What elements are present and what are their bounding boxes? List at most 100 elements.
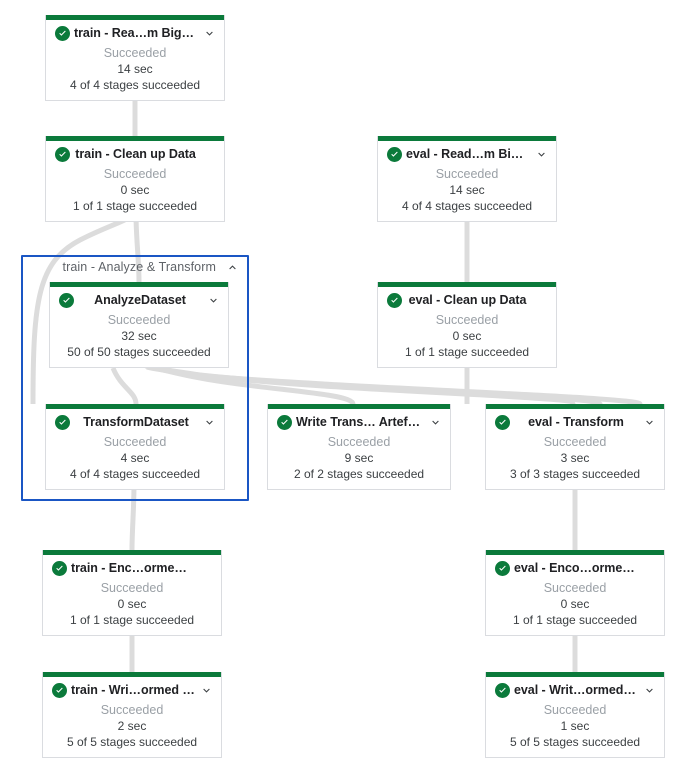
node-stages-text: 5 of 5 stages succeeded [66,735,198,749]
node-stages-text: 1 of 1 stage succeeded [72,199,198,213]
chevron-down-icon[interactable] [642,683,656,697]
pipeline-dag-canvas: train - Analyze & Transform train - Rea…… [0,0,680,764]
node-header: TransformDataset [46,409,224,435]
chevron-down-icon[interactable] [534,147,548,161]
node-duration-text: 1 sec [560,719,590,733]
node-eval-write-transformed-data[interactable]: eval - Writ…ormed Data Succeeded 1 sec 5 of… [485,672,665,758]
node-status-text: Succeeded [543,581,607,595]
node-header: train - Enc…ormed Data [43,555,221,581]
check-circle-icon [387,146,402,162]
node-header: eval - Transform [486,409,664,435]
node-duration-text: 14 sec [117,62,153,76]
node-eval-clean-up-data[interactable]: eval - Clean up Data Succeeded 0 sec 1 of 1… [377,282,557,368]
node-status-text: Succeeded [103,435,167,449]
node-header: train - Wri…ormed Data [43,677,221,703]
node-train-clean-up-data[interactable]: train - Clean up Data Succeeded 0 sec 1 of … [45,136,225,222]
node-duration-text: 0 sec [117,597,147,611]
node-status-text: Succeeded [435,167,499,181]
node-header: eval - Read…m BigQuery [378,141,556,167]
node-train-encode-transformed-data[interactable]: train - Enc…ormed Data Succeeded 0 sec 1 of… [42,550,222,636]
check-circle-icon [277,414,292,430]
node-body: Succeeded 14 sec 4 of 4 stages succeeded [378,166,556,221]
node-header: AnalyzeDataset [50,287,228,313]
node-body: Succeeded 32 sec 50 of 50 stages succeeded [50,312,228,367]
node-title: eval - Enco…ormed Data [514,561,641,575]
node-transform-dataset[interactable]: TransformDataset Succeeded 4 sec 4 of 4 sta… [45,404,225,490]
node-stages-text: 4 of 4 stages succeeded [401,199,533,213]
chevron-down-icon[interactable] [642,415,656,429]
node-stages-text: 50 of 50 stages succeeded [67,345,211,359]
node-title: eval - Transform [528,415,624,429]
group-header-train-analyze-transform[interactable]: train - Analyze & Transform [21,258,249,276]
node-stages-text: 1 of 1 stage succeeded [404,345,530,359]
check-circle-icon [55,25,70,41]
node-stages-text: 5 of 5 stages succeeded [509,735,641,749]
node-body: Succeeded 9 sec 2 of 2 stages succeeded [268,434,450,489]
node-status-text: Succeeded [435,313,499,327]
node-duration-text: 3 sec [560,451,590,465]
node-title: train - Enc…ormed Data [71,561,198,575]
node-eval-encode-transformed-data[interactable]: eval - Enco…ormed Data Succeeded 0 sec 1 of… [485,550,665,636]
node-duration-text: 2 sec [117,719,147,733]
chevron-down-icon[interactable] [199,683,213,697]
node-status-text: Succeeded [543,703,607,717]
node-status-text: Succeeded [103,167,167,181]
node-duration-text: 4 sec [120,451,150,465]
node-status-text: Succeeded [327,435,391,449]
node-duration-text: 0 sec [452,329,482,343]
node-header: Write Trans… Artefacts [268,409,450,435]
check-circle-icon [55,414,70,430]
node-stages-text: 2 of 2 stages succeeded [293,467,425,481]
node-body: Succeeded 3 sec 3 of 3 stages succeeded [486,434,664,489]
node-stages-text: 3 of 3 stages succeeded [509,467,641,481]
node-title: train - Rea…m BigQuery [74,26,202,40]
node-status-text: Succeeded [543,435,607,449]
node-duration-text: 32 sec [121,329,157,343]
node-eval-read-bigquery[interactable]: eval - Read…m BigQuery Succeeded 14 sec 4 o… [377,136,557,222]
group-title: train - Analyze & Transform [62,260,216,274]
node-title: eval - Clean up Data [408,293,527,307]
node-header: train - Clean up Data [46,141,224,167]
node-title: eval - Read…m BigQuery [406,147,534,161]
node-status-text: Succeeded [107,313,171,327]
node-title: train - Clean up Data [75,147,196,161]
node-header: train - Rea…m BigQuery [46,20,224,46]
node-duration-text: 9 sec [344,451,374,465]
node-body: Succeeded 14 sec 4 of 4 stages succeeded [46,45,224,100]
check-circle-icon [52,682,67,698]
check-circle-icon [52,560,67,576]
node-body: Succeeded 0 sec 1 of 1 stage succeeded [43,580,221,635]
chevron-up-icon[interactable] [225,260,239,274]
node-eval-transform[interactable]: eval - Transform Succeeded 3 sec 3 of 3 sta… [485,404,665,490]
node-body: Succeeded 2 sec 5 of 5 stages succeeded [43,702,221,757]
node-status-text: Succeeded [100,581,164,595]
check-circle-icon [387,292,402,308]
node-duration-text: 0 sec [560,597,590,611]
node-title: train - Wri…ormed Data [71,683,199,697]
check-circle-icon [59,292,74,308]
node-title: TransformDataset [83,415,189,429]
node-body: Succeeded 4 sec 4 of 4 stages succeeded [46,434,224,489]
chevron-down-icon[interactable] [202,415,216,429]
node-header: eval - Enco…ormed Data [486,555,664,581]
node-analyze-dataset[interactable]: AnalyzeDataset Succeeded 32 sec 50 of 50 st… [49,282,229,368]
chevron-down-icon[interactable] [202,26,216,40]
check-circle-icon [55,146,70,162]
node-stages-text: 4 of 4 stages succeeded [69,78,201,92]
node-stages-text: 1 of 1 stage succeeded [69,613,195,627]
node-body: Succeeded 0 sec 1 of 1 stage succeeded [378,312,556,367]
node-train-write-transformed-data[interactable]: train - Wri…ormed Data Succeeded 2 sec 5 of… [42,672,222,758]
node-status-text: Succeeded [103,46,167,60]
node-header: eval - Writ…ormed Data [486,677,664,703]
chevron-down-icon[interactable] [428,415,442,429]
node-title: eval - Writ…ormed Data [514,683,642,697]
node-write-transform-artefacts[interactable]: Write Trans… Artefacts Succeeded 9 sec 2 of… [267,404,451,490]
node-duration-text: 14 sec [449,183,485,197]
check-circle-icon [495,414,510,430]
node-status-text: Succeeded [100,703,164,717]
chevron-down-icon[interactable] [206,293,220,307]
node-train-read-bigquery[interactable]: train - Rea…m BigQuery Succeeded 14 sec 4 o… [45,15,225,101]
node-stages-text: 1 of 1 stage succeeded [512,613,638,627]
node-header: eval - Clean up Data [378,287,556,313]
node-body: Succeeded 0 sec 1 of 1 stage succeeded [46,166,224,221]
